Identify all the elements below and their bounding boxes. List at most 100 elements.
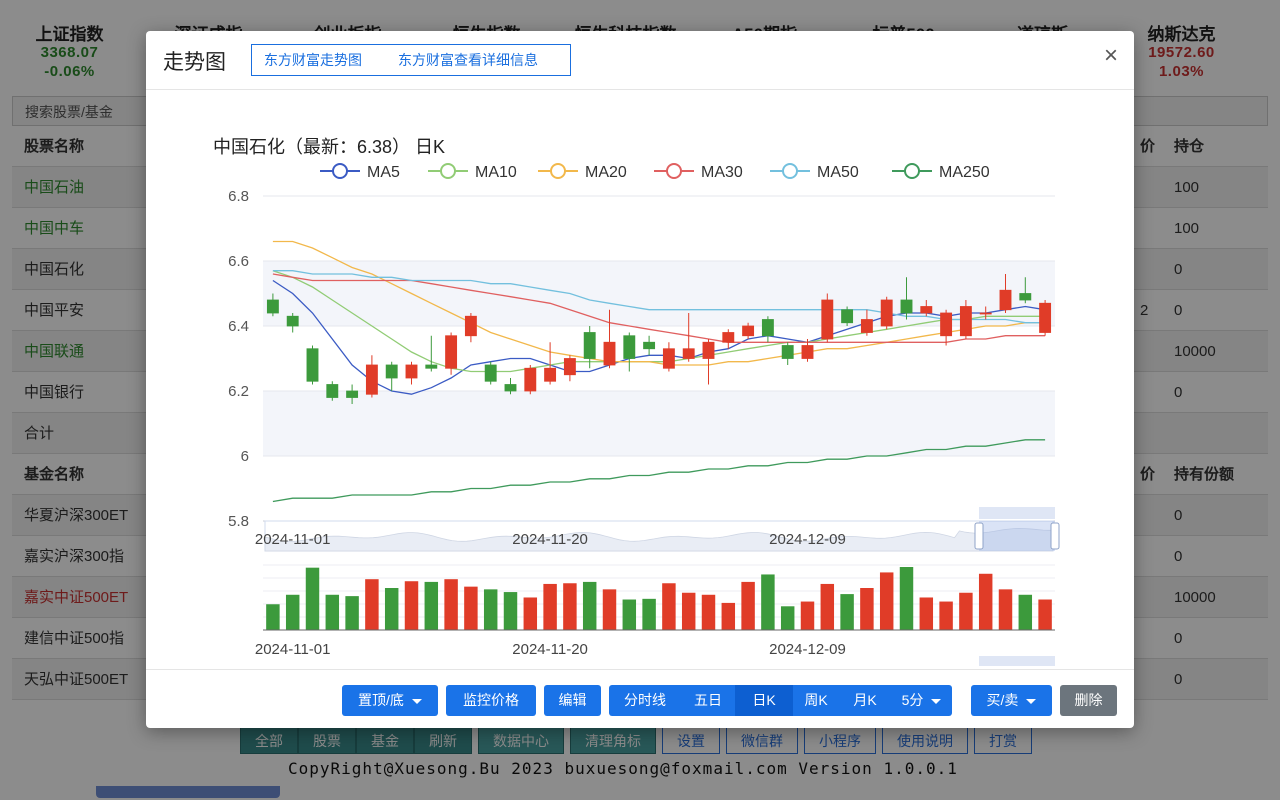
chevron-down-icon <box>1026 698 1037 704</box>
legend-marker <box>904 163 920 179</box>
volume-bar <box>444 579 458 630</box>
volume-bar <box>721 602 736 630</box>
volume-bar <box>404 581 419 630</box>
edit-button[interactable]: 编辑 <box>544 685 601 716</box>
volume-x-tick-label: 2024-11-20 <box>512 641 588 658</box>
trend-chart-modal: 走势图 东方财富走势图 东方财富查看详细信息 × 6.8 6.6 6.4 6.2 6 5.… <box>146 31 1134 728</box>
volume-bar <box>820 583 835 630</box>
volume-bar <box>424 581 439 630</box>
period-tab[interactable]: 月K <box>839 685 891 716</box>
candle <box>346 390 359 398</box>
period-tab[interactable]: 五日 <box>681 685 735 716</box>
candle <box>999 289 1012 311</box>
volume-bar <box>503 592 518 630</box>
volume-bar <box>266 604 280 630</box>
candle <box>1019 293 1032 301</box>
legend-item[interactable]: MA5 <box>320 163 400 181</box>
monitor-price-button[interactable]: 监控价格 <box>446 685 536 716</box>
volume-bar <box>1038 599 1052 630</box>
candle <box>266 299 279 314</box>
y-tick-label: 6.4 <box>228 318 249 335</box>
eastmoney-detail-button[interactable]: 东方财富查看详细信息 <box>386 44 571 76</box>
x-tick-label: 2024-11-20 <box>512 531 588 548</box>
period-tab[interactable]: 分时线 <box>609 685 681 716</box>
legend-label: MA250 <box>939 164 990 181</box>
eastmoney-trend-button[interactable]: 东方财富走势图 <box>251 44 387 76</box>
candle <box>544 367 557 382</box>
volume-bar <box>741 581 755 630</box>
volume-zoom-indicator <box>979 656 1055 666</box>
legend-marker <box>332 163 348 179</box>
candle <box>880 299 893 327</box>
candle <box>623 335 636 359</box>
zoom-handle-right[interactable] <box>1050 522 1060 550</box>
candle <box>306 348 319 382</box>
trade-dropdown-button[interactable]: 买/卖 <box>971 685 1052 716</box>
volume-bar <box>345 596 359 630</box>
zoom-handle-left[interactable] <box>974 522 984 550</box>
legend-label: MA10 <box>475 164 517 181</box>
legend-item[interactable]: MA30 <box>654 163 743 181</box>
volume-bar <box>582 581 597 630</box>
volume-bar <box>325 594 340 630</box>
modal-footer: 置顶/底 监控价格 编辑 分时线 五日 日K 周K 月K 5分 买/卖 删除 <box>146 669 1134 728</box>
volume-bar <box>523 597 538 630</box>
y-tick-label: 6.8 <box>228 188 249 205</box>
delete-button[interactable]: 删除 <box>1060 685 1117 716</box>
volume-bar <box>285 594 300 630</box>
y-tick-label: 6.2 <box>228 383 249 400</box>
volume-bar <box>464 586 478 630</box>
legend-item[interactable]: MA50 <box>770 163 859 181</box>
period-label: 5分 <box>901 692 924 708</box>
volume-bar <box>662 583 676 630</box>
volume-bar <box>800 601 815 630</box>
period-tab[interactable]: 周K <box>793 685 839 716</box>
legend-item[interactable]: MA10 <box>428 163 517 181</box>
pin-dropdown-button[interactable]: 置顶/底 <box>342 685 438 716</box>
pin-label: 置顶/底 <box>358 692 404 708</box>
candle <box>484 364 497 382</box>
candle <box>761 319 774 337</box>
y-tick-label: 6.6 <box>228 253 249 270</box>
candle <box>979 312 992 315</box>
candle <box>643 341 656 350</box>
volume-bar <box>978 573 993 630</box>
volume-x-tick-label: 2024-11-01 <box>255 641 331 658</box>
trade-label: 买/卖 <box>986 692 1019 708</box>
volume-bar <box>919 597 934 630</box>
volume-bar <box>642 598 656 630</box>
zoom-slider-top-bar <box>979 507 1055 519</box>
candle <box>385 364 398 379</box>
legend-item[interactable]: MA20 <box>538 163 627 181</box>
grid-band <box>263 391 1055 456</box>
candle <box>464 315 477 337</box>
volume-bar <box>959 592 973 630</box>
candle <box>742 325 755 337</box>
candle <box>662 348 675 369</box>
candle <box>801 345 814 359</box>
legend-label: MA5 <box>367 164 400 181</box>
candle <box>722 332 735 343</box>
chart-title: 中国石化（最新：6.38） 日K <box>213 137 445 157</box>
candle <box>920 306 933 314</box>
volume-bar <box>305 567 320 630</box>
candle <box>1039 302 1052 333</box>
y-tick-label: 5.8 <box>228 513 249 530</box>
volume-bar <box>563 583 577 630</box>
period-tab[interactable]: 日K <box>735 685 793 716</box>
candle <box>405 364 418 379</box>
volume-bar <box>681 592 696 630</box>
kline-chart[interactable]: 6.8 6.6 6.4 6.2 6 5.8 中国石化（最新：6.38） 日K MA5 MA10 M… <box>146 90 1134 670</box>
candle <box>959 306 972 337</box>
y-tick-label: 6 <box>241 448 249 465</box>
candle <box>445 335 458 369</box>
candle <box>563 358 576 376</box>
volume-bar <box>1018 594 1033 630</box>
legend-item[interactable]: MA250 <box>892 163 990 181</box>
candle <box>821 299 834 340</box>
volume-bar <box>939 601 953 630</box>
candle <box>286 315 299 327</box>
legend-marker <box>666 163 682 179</box>
period-tab[interactable]: 5分 <box>891 685 952 716</box>
close-icon[interactable]: × <box>1104 42 1118 70</box>
